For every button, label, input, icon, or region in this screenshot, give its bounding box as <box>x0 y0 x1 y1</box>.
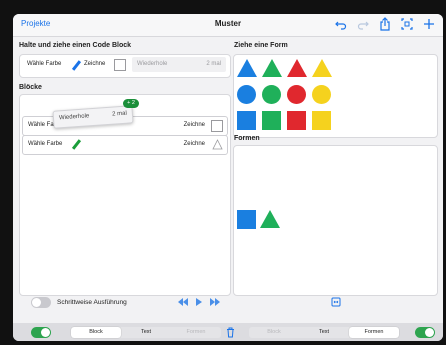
pencil-icon <box>71 60 82 71</box>
left-visibility-toggle[interactable] <box>31 327 51 338</box>
undo-icon[interactable] <box>335 17 347 31</box>
blue-square[interactable] <box>237 111 256 130</box>
step-toggle-label: Schrittweise Ausführung <box>57 299 127 306</box>
repeat-count: 2 mal <box>206 61 221 67</box>
draw-block[interactable]: Zeichne <box>84 61 105 67</box>
square-outline-icon <box>211 120 223 132</box>
seg-text[interactable]: Text <box>121 327 171 338</box>
step-toggle[interactable] <box>31 297 51 308</box>
seg-block[interactable]: Block <box>249 327 299 338</box>
green-square[interactable] <box>262 111 281 130</box>
repeat-label: Wiederhole <box>137 61 168 67</box>
shapes-title: Ziehe eine Form <box>234 42 288 49</box>
triangle-outline-icon <box>212 139 223 150</box>
green-triangle[interactable] <box>260 210 280 228</box>
left-view-segmented-control[interactable]: Block Text Formen <box>71 327 221 338</box>
seg-forms[interactable]: Formen <box>349 327 399 338</box>
red-square[interactable] <box>287 111 306 130</box>
fit-view-icon[interactable] <box>331 297 341 307</box>
palette-row: Wähle Farbe Zeichne Wiederhole 2 mal <box>22 56 228 74</box>
blue-circle[interactable] <box>237 85 256 104</box>
blocks-canvas[interactable]: Wähle Farbe Zeichne Wähle Farbe Zeichne … <box>19 94 231 296</box>
drag-count-badge: + 2 <box>123 99 139 108</box>
trash-icon[interactable] <box>226 327 235 338</box>
share-icon[interactable] <box>379 17 391 31</box>
code-block-title: Halte und ziehe einen Code Block <box>19 42 132 49</box>
blue-square[interactable] <box>237 210 256 229</box>
fullscreen-icon[interactable] <box>401 17 413 31</box>
add-icon[interactable] <box>423 17 435 31</box>
shape-palette <box>233 54 438 138</box>
repeat-label: Wiederhole <box>58 113 90 122</box>
code-block-palette: Wähle Farbe Zeichne Wiederhole 2 mal <box>19 54 231 78</box>
seg-text[interactable]: Text <box>299 327 349 338</box>
repeat-block[interactable]: Wiederhole 2 mal <box>132 57 226 72</box>
choose-color-block: Wähle Farbe <box>28 141 63 147</box>
yellow-circle[interactable] <box>312 85 331 104</box>
bottom-toolbar: Block Text Formen Block Text Formen <box>13 323 443 341</box>
seg-forms[interactable]: Formen <box>171 327 221 338</box>
playback-controls <box>177 297 221 307</box>
right-visibility-toggle[interactable] <box>415 327 435 338</box>
choose-color-block[interactable]: Wähle Farbe <box>27 61 61 67</box>
draw-block: Zeichne <box>183 122 205 128</box>
toolbar-icons <box>335 17 435 31</box>
yellow-triangle[interactable] <box>312 59 332 77</box>
rewind-icon[interactable] <box>177 297 189 307</box>
right-view-segmented-control[interactable]: Block Text Formen <box>249 327 399 338</box>
ipad-screen: Projekte Muster Halte und ziehe einen Co… <box>13 14 443 341</box>
green-circle[interactable] <box>262 85 281 104</box>
yellow-square[interactable] <box>312 111 331 130</box>
repeat-count: 2 mal <box>112 110 128 118</box>
blocks-title: Blöcke <box>19 84 42 91</box>
redo-icon[interactable] <box>357 17 369 31</box>
forms-canvas[interactable] <box>233 145 438 296</box>
fast-forward-icon[interactable] <box>209 297 221 307</box>
block-row[interactable]: Wähle Farbe Zeichne <box>22 135 228 155</box>
seg-block[interactable]: Block <box>71 327 121 338</box>
red-circle[interactable] <box>287 85 306 104</box>
blue-triangle[interactable] <box>237 59 257 77</box>
forms-title: Formen <box>234 135 260 142</box>
navigation-bar: Projekte Muster <box>13 14 443 37</box>
red-triangle[interactable] <box>287 59 307 77</box>
draw-block: Zeichne <box>183 141 205 147</box>
green-triangle[interactable] <box>262 59 282 77</box>
square-outline-icon <box>114 59 126 71</box>
pencil-icon <box>71 139 82 150</box>
play-icon[interactable] <box>195 297 203 307</box>
